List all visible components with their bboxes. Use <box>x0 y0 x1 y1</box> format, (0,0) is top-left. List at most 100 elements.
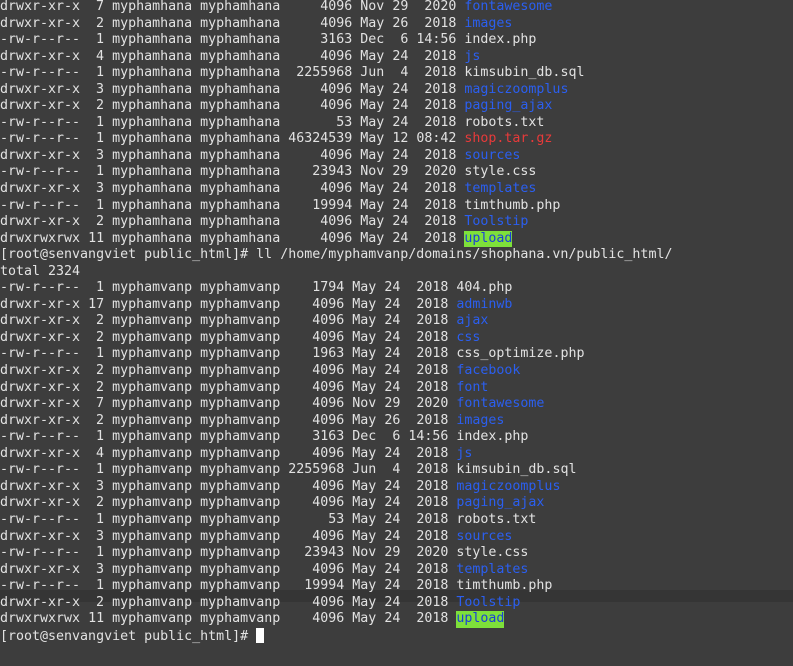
file-name: style.css <box>464 164 537 180</box>
file-size: 4096 <box>312 528 345 544</box>
file-size: 4096 <box>312 396 345 412</box>
day: 29 <box>384 545 401 561</box>
permissions: drwxr-xr-x <box>0 445 81 461</box>
link-count: 1 <box>96 462 105 478</box>
link-count: 3 <box>96 561 105 577</box>
time-or-year: 2018 <box>416 594 449 610</box>
month: Dec <box>352 429 377 445</box>
owner: myphamvanp <box>112 329 193 345</box>
link-count: 2 <box>96 594 105 610</box>
file-size: 4096 <box>312 412 345 428</box>
day: 24 <box>384 611 401 627</box>
day: 24 <box>392 48 409 64</box>
file-listing-row: drwxr-xr-x 17 myphamvanp myphamvanp 4096… <box>0 297 793 314</box>
link-count: 1 <box>96 578 105 594</box>
group: myphamvanp <box>200 578 281 594</box>
month: May <box>352 296 377 312</box>
group: myphamhana <box>200 230 281 246</box>
file-name: adminwb <box>456 296 513 312</box>
month: May <box>352 478 377 494</box>
file-size: 4096 <box>312 329 345 345</box>
month: May <box>360 230 385 246</box>
link-count: 7 <box>96 0 105 14</box>
owner: myphamvanp <box>112 412 193 428</box>
time-or-year: 2018 <box>424 98 457 114</box>
time-or-year: 2018 <box>416 495 449 511</box>
permissions: -rw-r--r-- <box>0 545 81 561</box>
file-name: 404.php <box>456 280 513 296</box>
file-name: templates <box>456 561 529 577</box>
permissions: drwxr-xr-x <box>0 214 81 230</box>
owner: myphamvanp <box>112 511 193 527</box>
file-size: 19994 <box>304 578 345 594</box>
file-name: index.php <box>464 32 537 48</box>
terminal-output[interactable]: drwxr-xr-x 7 myphamhana myphamhana 4096 … <box>0 0 793 644</box>
day: 24 <box>384 594 401 610</box>
file-size: 46324539 <box>288 131 353 147</box>
owner: myphamhana <box>112 0 193 14</box>
time-or-year: 2018 <box>424 114 457 130</box>
file-listing-row: drwxr-xr-x 2 myphamvanp myphamvanp 4096 … <box>0 380 793 397</box>
month: May <box>360 98 385 114</box>
link-count: 1 <box>96 280 105 296</box>
permissions: -rw-r--r-- <box>0 462 81 478</box>
owner: myphamhana <box>112 147 193 163</box>
file-listing-row: drwxr-xr-x 3 myphamvanp myphamvanp 4096 … <box>0 562 793 579</box>
owner: myphamvanp <box>112 346 193 362</box>
file-size: 3163 <box>320 32 353 48</box>
month: Nov <box>360 0 385 14</box>
owner: myphamhana <box>112 48 193 64</box>
group: myphamhana <box>200 48 281 64</box>
month: May <box>352 329 377 345</box>
month: May <box>352 511 377 527</box>
permissions: -rw-r--r-- <box>0 578 81 594</box>
group: myphamhana <box>200 114 281 130</box>
month: Jun <box>360 65 385 81</box>
day: 24 <box>384 561 401 577</box>
file-size: 4096 <box>312 611 345 627</box>
owner: myphamvanp <box>112 396 193 412</box>
group: myphamhana <box>200 181 281 197</box>
time-or-year: 2018 <box>424 214 457 230</box>
month: May <box>360 147 385 163</box>
time-or-year: 08:42 <box>416 131 457 147</box>
link-count: 11 <box>88 230 105 246</box>
prompt: [root@senvangviet public_html]# <box>0 628 257 644</box>
month: May <box>360 48 385 64</box>
file-size: 4096 <box>312 313 345 329</box>
file-listing-row: drwxr-xr-x 2 myphamvanp myphamvanp 4096 … <box>0 413 793 430</box>
link-count: 2 <box>96 313 105 329</box>
file-size: 1963 <box>312 346 345 362</box>
time-or-year: 2018 <box>424 230 457 246</box>
time-or-year: 2018 <box>416 280 449 296</box>
file-size: 4096 <box>312 363 345 379</box>
permissions: drwxr-xr-x <box>0 594 81 610</box>
file-size: 4096 <box>312 478 345 494</box>
file-name: images <box>464 15 513 31</box>
file-name: js <box>464 48 481 64</box>
month: May <box>360 181 385 197</box>
month: May <box>352 313 377 329</box>
group: myphamhana <box>200 131 281 147</box>
permissions: -rw-r--r-- <box>0 280 81 296</box>
month: May <box>352 445 377 461</box>
link-count: 1 <box>96 164 105 180</box>
link-count: 4 <box>96 445 105 461</box>
time-or-year: 2018 <box>416 329 449 345</box>
day: 4 <box>392 462 401 478</box>
file-size: 19994 <box>312 197 353 213</box>
file-size: 4096 <box>320 98 353 114</box>
group: myphamvanp <box>200 346 281 362</box>
day: 24 <box>384 313 401 329</box>
permissions: drwxrwxrwx <box>0 611 81 627</box>
day: 24 <box>384 528 401 544</box>
link-count: 1 <box>96 197 105 213</box>
permissions: drwxr-xr-x <box>0 396 81 412</box>
owner: myphamhana <box>112 32 193 48</box>
group: myphamhana <box>200 147 281 163</box>
owner: myphamvanp <box>112 561 193 577</box>
command-line: [root@senvangviet public_html]# ll /home… <box>0 247 793 264</box>
file-name: fontawesome <box>456 396 545 412</box>
owner: myphamvanp <box>112 545 193 561</box>
file-size: 4096 <box>320 147 353 163</box>
